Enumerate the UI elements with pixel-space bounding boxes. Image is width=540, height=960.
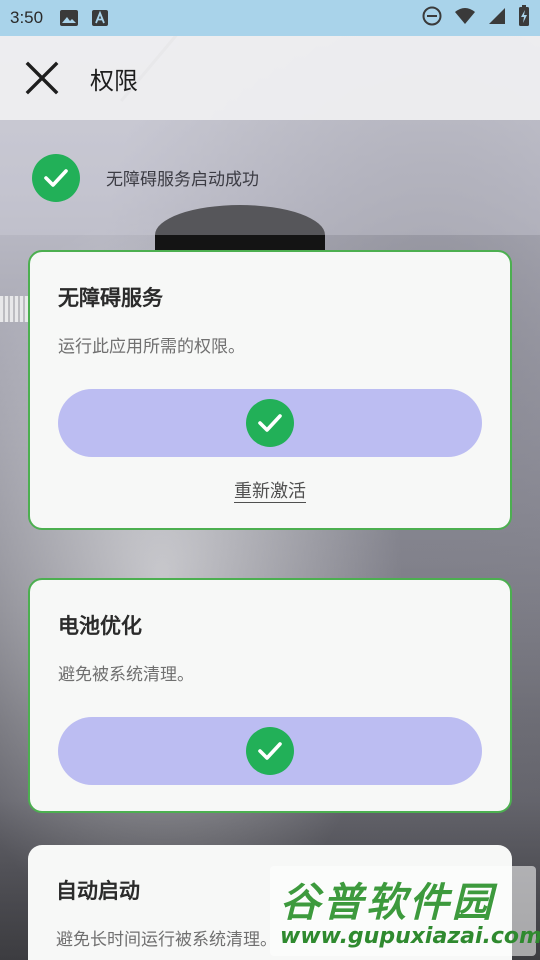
success-banner: 无障碍服务启动成功 — [0, 120, 540, 235]
close-icon — [25, 61, 59, 95]
watermark: 谷普软件园 www.gupuxiazai.com — [270, 866, 540, 956]
card-description: 运行此应用所需的权限。 — [58, 337, 245, 357]
watermark-title: 谷普软件园 — [280, 880, 495, 926]
battery-grant-button[interactable] — [58, 717, 482, 785]
check-circle-icon — [32, 153, 80, 202]
accessibility-grant-button[interactable] — [58, 389, 482, 457]
page-title: 权限 — [90, 66, 138, 95]
check-circle-icon — [246, 727, 294, 775]
font-icon — [91, 9, 109, 27]
app-bar: 权限 — [0, 36, 540, 120]
battery-optimization-card: 电池优化 避免被系统清理。 — [28, 578, 512, 813]
card-description: 避免被系统清理。 — [58, 665, 194, 685]
do-not-disturb-icon — [422, 6, 442, 30]
wifi-icon — [454, 7, 476, 29]
card-title: 无障碍服务 — [58, 286, 163, 310]
accessibility-card: 无障碍服务 运行此应用所需的权限。 重新激活 — [28, 250, 512, 530]
check-circle-icon — [246, 399, 294, 447]
image-icon — [59, 9, 79, 27]
watermark-url: www.gupuxiazai.com — [280, 924, 540, 949]
signal-icon — [488, 7, 506, 29]
reactivate-link[interactable]: 重新激活 — [234, 477, 306, 503]
status-time: 3:50 — [10, 8, 44, 27]
close-button[interactable] — [12, 48, 72, 108]
banner-text: 无障碍服务启动成功 — [106, 170, 259, 190]
status-bar: 3:50 — [0, 0, 540, 36]
card-title: 电池优化 — [58, 614, 142, 638]
battery-icon — [518, 5, 530, 31]
